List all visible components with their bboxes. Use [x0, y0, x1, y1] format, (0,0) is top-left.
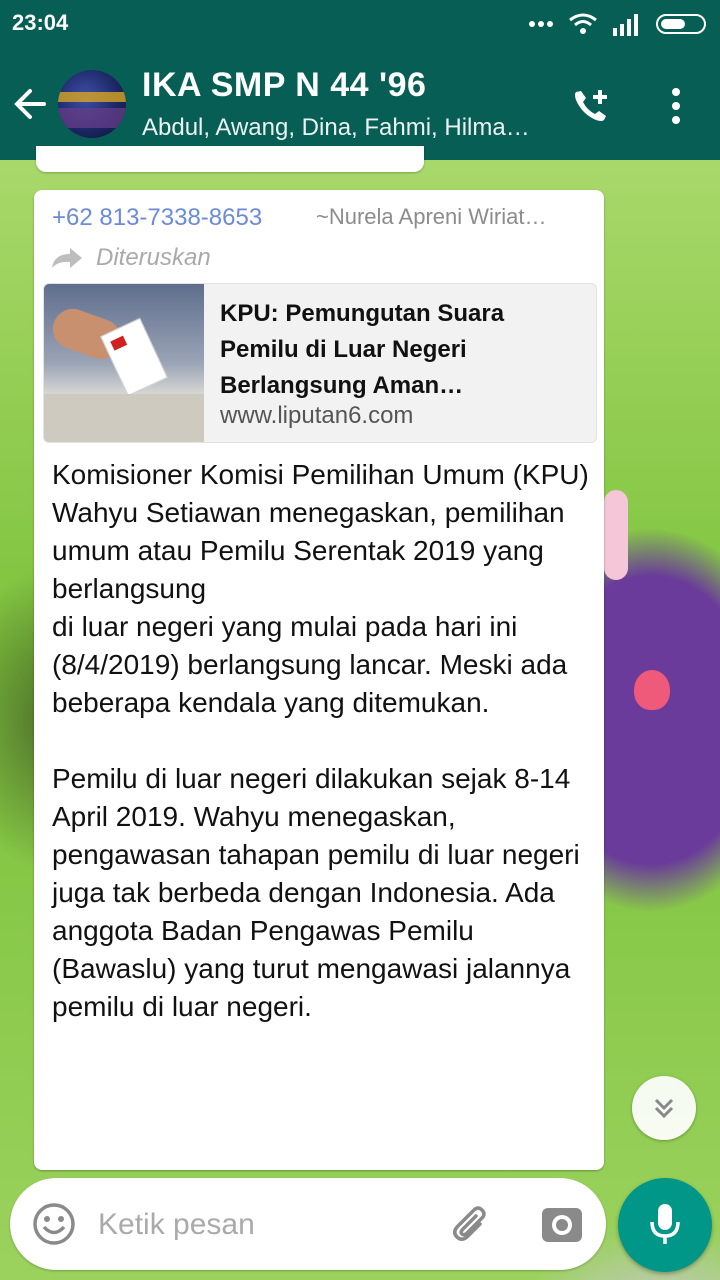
- more-dots-icon: [529, 21, 553, 27]
- message-bubble[interactable]: +62 813-7338-8653 ~Nurela Apreni Wiriat……: [34, 190, 604, 1170]
- attach-icon[interactable]: [450, 1202, 494, 1246]
- message-input[interactable]: [96, 1198, 430, 1252]
- link-preview-thumbnail: [44, 284, 204, 442]
- signal-icon: [613, 14, 638, 36]
- forward-arrow-icon: [52, 248, 82, 268]
- wifi-icon: [569, 13, 597, 34]
- back-arrow-icon[interactable]: [12, 86, 48, 122]
- wallpaper-decoration: [604, 490, 628, 580]
- sender-name: ~Nurela Apreni Wiriat…: [316, 204, 547, 229]
- forwarded-indicator: Diteruskan: [50, 244, 211, 272]
- mic-icon: [650, 1204, 680, 1244]
- battery-icon: [656, 14, 706, 34]
- status-time: 23:04: [12, 10, 69, 35]
- status-bar: 23:04: [0, 0, 720, 48]
- previous-message-bubble[interactable]: [36, 146, 424, 172]
- overflow-menu-icon[interactable]: [664, 86, 688, 126]
- link-preview-title: KPU: Pemungutan Suara Pemilu di Luar Neg…: [220, 300, 505, 399]
- scroll-to-bottom-button[interactable]: [632, 1076, 696, 1140]
- double-chevron-down-icon: [654, 1098, 674, 1119]
- chat-header: IKA SMP N 44 '96 Abdul, Awang, Dina, Fah…: [0, 48, 720, 160]
- status-icons: [528, 12, 706, 36]
- message-composer: [10, 1178, 606, 1270]
- message-body: Komisioner Komisi Pemilihan Umum (KPU) W…: [52, 459, 589, 1022]
- emoji-icon[interactable]: [32, 1202, 76, 1246]
- chat-title[interactable]: IKA SMP N 44 '96: [142, 66, 426, 105]
- group-avatar[interactable]: [58, 70, 126, 138]
- camera-icon[interactable]: [540, 1202, 584, 1246]
- link-preview-url: www.liputan6.com: [220, 402, 414, 429]
- wallpaper-decoration: [634, 670, 670, 710]
- voice-record-button[interactable]: [618, 1178, 712, 1272]
- chat-members[interactable]: Abdul, Awang, Dina, Fahmi, Hilma…: [142, 114, 530, 142]
- add-call-icon[interactable]: [570, 86, 614, 126]
- sender-phone[interactable]: +62 813-7338-8653: [52, 204, 262, 232]
- link-preview-card[interactable]: KPU: Pemungutan Suara Pemilu di Luar Neg…: [43, 283, 597, 443]
- forwarded-label: Diteruskan: [96, 244, 211, 271]
